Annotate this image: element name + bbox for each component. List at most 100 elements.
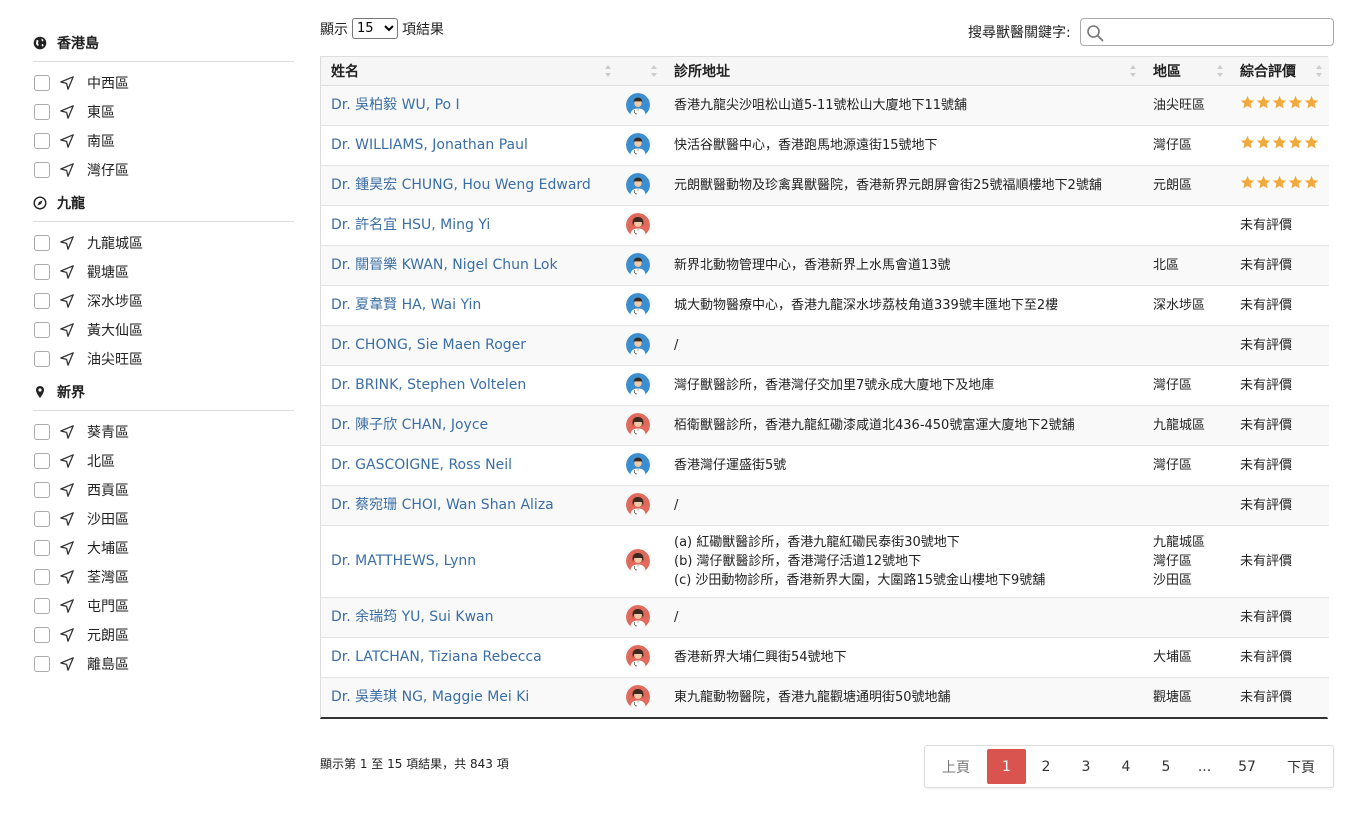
next-page-button[interactable]: 下頁 xyxy=(1271,749,1331,784)
district-filter-item[interactable]: 中西區 xyxy=(33,68,294,97)
table-row[interactable]: Dr. MATTHEWS, Lynn (a) 紅磡獸醫診所，香港九龍紅磡民泰街30… xyxy=(321,524,1329,597)
divider xyxy=(33,221,294,222)
search-input[interactable] xyxy=(1080,19,1333,45)
district-checkbox[interactable] xyxy=(34,423,50,440)
vet-table-wrapper: 姓名 診所地址 地區 綜合評價 Dr. 吳柏毅 WU, Po I 香港九龍尖沙咀松… xyxy=(320,56,1329,719)
search-box[interactable] xyxy=(1079,18,1334,46)
vet-name-link[interactable]: Dr. 吳美琪 NG, Maggie Mei Ki xyxy=(331,689,529,705)
column-header-name[interactable]: 姓名 xyxy=(321,57,618,86)
vet-name-link[interactable]: Dr. GASCOIGNE, Ross Neil xyxy=(331,457,512,473)
district-checkbox[interactable] xyxy=(34,132,50,149)
district-filter-item[interactable]: 沙田區 xyxy=(33,504,294,533)
vet-name-link[interactable]: Dr. 夏韋賢 HA, Wai Yin xyxy=(331,297,481,313)
vet-name-link[interactable]: Dr. 許名宜 HSU, Ming Yi xyxy=(331,217,490,233)
table-row[interactable]: Dr. 蔡宛珊 CHOI, Wan Shan Aliza / 未有評價 xyxy=(321,484,1329,525)
page-size-control: 顯示 15 項結果 xyxy=(320,18,444,39)
district-filter-item[interactable]: 大埔區 xyxy=(33,533,294,562)
district-checkbox[interactable] xyxy=(34,103,50,120)
page-3-button[interactable]: 3 xyxy=(1066,749,1106,784)
vet-name-link[interactable]: Dr. 吳柏毅 WU, Po I xyxy=(331,97,460,113)
search-label: 搜尋獸醫關鍵字: xyxy=(968,25,1071,41)
district-label: 中西區 xyxy=(87,75,129,92)
column-header-rating-label: 綜合評價 xyxy=(1240,63,1296,80)
vet-name-link[interactable]: Dr. BRINK, Stephen Voltelen xyxy=(331,377,526,393)
district-checkbox[interactable] xyxy=(34,481,50,498)
district-filter-item[interactable]: 屯門區 xyxy=(33,591,294,620)
district-checkbox[interactable] xyxy=(34,263,50,280)
district-filter-item[interactable]: 荃灣區 xyxy=(33,562,294,591)
district-filter-item[interactable]: 元朗區 xyxy=(33,620,294,649)
table-row[interactable]: Dr. CHONG, Sie Maen Roger / 未有評價 xyxy=(321,324,1329,365)
column-header-address[interactable]: 診所地址 xyxy=(664,57,1143,86)
table-row[interactable]: Dr. 吳美琪 NG, Maggie Mei Ki 東九龍動物醫院，香港九龍觀塘通… xyxy=(321,676,1329,717)
address-line: 城大動物醫療中心，香港九龍深水埗荔枝角道339號丰匯地下至2樓 xyxy=(674,297,1059,313)
table-row[interactable]: Dr. 許名宜 HSU, Ming Yi 未有評價 xyxy=(321,204,1329,245)
address-line: (c) 沙田動物診所，香港新界大圍，大圍路15號金山樓地下9號舖 xyxy=(674,572,1046,588)
last-page-button[interactable]: 57 xyxy=(1223,749,1271,784)
district-checkbox[interactable] xyxy=(34,539,50,556)
no-rating-text: 未有評價 xyxy=(1240,649,1293,665)
district-checkbox[interactable] xyxy=(34,234,50,251)
vet-name-link[interactable]: Dr. 鍾昊宏 CHUNG, Hou Weng Edward xyxy=(331,177,591,193)
table-row[interactable]: Dr. 陳子欣 CHAN, Joyce 栢衛獸醫診所，香港九龍紅磡漆咸道北436-… xyxy=(321,404,1329,445)
district-filter-item[interactable]: 觀塘區 xyxy=(33,257,294,286)
district-label: 九龍城區 xyxy=(87,235,143,252)
region-header: 九龍 xyxy=(33,190,294,216)
district-checkbox[interactable] xyxy=(34,161,50,178)
district-checkbox[interactable] xyxy=(34,452,50,469)
table-row[interactable]: Dr. GASCOIGNE, Ross Neil 香港灣仔運盛街5號 灣仔區 未有評價 xyxy=(321,444,1329,485)
district-checkbox[interactable] xyxy=(34,626,50,643)
column-header-avatar[interactable] xyxy=(618,57,664,86)
district-filter-item[interactable]: 灣仔區 xyxy=(33,155,294,184)
column-header-rating[interactable]: 綜合評價 xyxy=(1230,57,1329,86)
vet-name-link[interactable]: Dr. 余瑞筠 YU, Sui Kwan xyxy=(331,609,493,625)
address-line: / xyxy=(674,337,679,353)
address-cell: 栢衛獸醫診所，香港九龍紅磡漆咸道北436-450號富運大廈地下2號舖 xyxy=(664,404,1143,445)
vet-name-link[interactable]: Dr. WILLIAMS, Jonathan Paul xyxy=(331,137,528,153)
column-header-district[interactable]: 地區 xyxy=(1143,57,1230,86)
vet-name-link[interactable]: Dr. 關晉樂 KWAN, Nigel Chun Lok xyxy=(331,257,558,273)
vet-name-link[interactable]: Dr. LATCHAN, Tiziana Rebecca xyxy=(331,649,542,665)
vet-name-link[interactable]: Dr. 蔡宛珊 CHOI, Wan Shan Aliza xyxy=(331,497,554,513)
page-size-select[interactable]: 15 xyxy=(352,18,398,39)
table-row[interactable]: Dr. LATCHAN, Tiziana Rebecca 香港新界大埔仁興街54號… xyxy=(321,636,1329,677)
table-row[interactable]: Dr. 余瑞筠 YU, Sui Kwan / 未有評價 xyxy=(321,596,1329,637)
district-label: 屯門區 xyxy=(87,598,129,615)
district-filter-item[interactable]: 黃大仙區 xyxy=(33,315,294,344)
district-checkbox[interactable] xyxy=(34,292,50,309)
page-4-button[interactable]: 4 xyxy=(1106,749,1146,784)
district-checkbox[interactable] xyxy=(34,510,50,527)
district-checkbox[interactable] xyxy=(34,321,50,338)
district-filter-item[interactable]: 深水埗區 xyxy=(33,286,294,315)
district-checkbox[interactable] xyxy=(34,350,50,367)
district-filter-item[interactable]: 葵青區 xyxy=(33,417,294,446)
district-filter-item[interactable]: 油尖旺區 xyxy=(33,344,294,373)
district-filter-item[interactable]: 離島區 xyxy=(33,649,294,678)
table-row[interactable]: Dr. WILLIAMS, Jonathan Paul 快活谷獸醫中心，香港跑馬地… xyxy=(321,124,1329,165)
page-2-button[interactable]: 2 xyxy=(1026,749,1066,784)
district-checkbox[interactable] xyxy=(34,597,50,614)
district-filter-item[interactable]: 西貢區 xyxy=(33,475,294,504)
table-row[interactable]: Dr. 關晉樂 KWAN, Nigel Chun Lok 新界北動物管理中心，香港… xyxy=(321,244,1329,285)
district-filter-item[interactable]: 東區 xyxy=(33,97,294,126)
district-filter-item[interactable]: 南區 xyxy=(33,126,294,155)
avatar-cell xyxy=(618,524,664,597)
district-checkbox[interactable] xyxy=(34,568,50,585)
page-1-button[interactable]: 1 xyxy=(987,749,1026,784)
table-row[interactable]: Dr. 鍾昊宏 CHUNG, Hou Weng Edward 元朗獸醫動物及珍禽異… xyxy=(321,164,1329,205)
table-row[interactable]: Dr. 吳柏毅 WU, Po I 香港九龍尖沙咀松山道5-11號松山大廈地下11號… xyxy=(321,84,1329,125)
prev-page-button[interactable]: 上頁 xyxy=(925,749,987,784)
page-5-button[interactable]: 5 xyxy=(1146,749,1186,784)
vet-name-link[interactable]: Dr. 陳子欣 CHAN, Joyce xyxy=(331,417,488,433)
district-filter-item[interactable]: 九龍城區 xyxy=(33,228,294,257)
district-checkbox[interactable] xyxy=(34,655,50,672)
vet-name-link[interactable]: Dr. MATTHEWS, Lynn xyxy=(331,553,476,569)
vet-name-link[interactable]: Dr. CHONG, Sie Maen Roger xyxy=(331,337,526,353)
table-row[interactable]: Dr. BRINK, Stephen Voltelen 灣仔獸醫診所，香港灣仔交加… xyxy=(321,364,1329,405)
rating-cell: 未有評價 xyxy=(1230,524,1329,597)
table-row[interactable]: Dr. 夏韋賢 HA, Wai Yin 城大動物醫療中心，香港九龍深水埗荔枝角道3… xyxy=(321,284,1329,325)
avatar-cell xyxy=(618,636,664,677)
district-filter-item[interactable]: 北區 xyxy=(33,446,294,475)
district-checkbox[interactable] xyxy=(34,74,50,91)
table-header-row: 姓名 診所地址 地區 綜合評價 xyxy=(321,57,1329,86)
